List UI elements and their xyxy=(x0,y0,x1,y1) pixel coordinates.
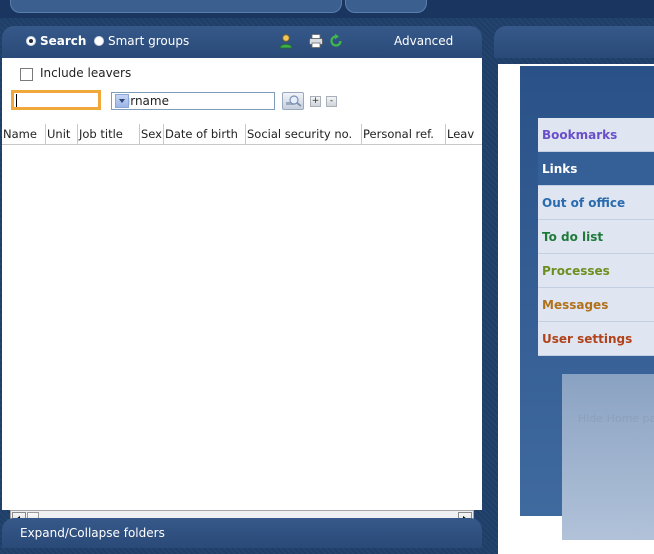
menu-item-links[interactable]: Links xyxy=(538,152,654,186)
col-header-job-title[interactable]: Job title xyxy=(78,124,140,144)
remove-criteria-button[interactable]: - xyxy=(326,96,337,107)
menu-item-label: Bookmarks xyxy=(542,128,618,142)
col-header-social-security[interactable]: Social security no. xyxy=(246,124,362,144)
menu-item-label: To do list xyxy=(542,230,604,244)
print-icon[interactable] xyxy=(308,33,324,49)
menu-item-bookmarks[interactable]: Bookmarks xyxy=(538,118,654,152)
menu-background xyxy=(562,374,654,540)
search-panel: Search Smart groups Advanced Include lea… xyxy=(2,26,482,548)
col-header-name[interactable]: Name xyxy=(2,124,46,144)
menu-item-out-of-office[interactable]: Out of office xyxy=(538,186,654,220)
menu-item-processes[interactable]: Processes xyxy=(538,254,654,288)
col-header-personal-ref[interactable]: Personal ref. xyxy=(362,124,446,144)
text-caret xyxy=(16,94,17,107)
smart-groups-radio[interactable] xyxy=(94,36,104,46)
menu-item-label: Messages xyxy=(542,298,609,312)
col-header-sex[interactable]: Sex xyxy=(140,124,164,144)
menu-item-label: Out of office xyxy=(542,196,626,210)
smart-groups-label[interactable]: Smart groups xyxy=(108,34,189,48)
top-tab-groups[interactable] xyxy=(345,0,427,13)
search-input[interactable] xyxy=(11,90,101,110)
top-tab-organisation[interactable] xyxy=(10,0,342,13)
search-panel-body: Include leavers Surname + - Name Unit Jo… xyxy=(2,58,482,528)
menu-item-label: Links xyxy=(542,162,578,176)
person-icon[interactable] xyxy=(278,33,294,49)
home-panel-header xyxy=(494,26,654,58)
menu-item-label: User settings xyxy=(542,332,633,346)
search-field-select[interactable]: Surname xyxy=(111,92,275,110)
search-mode-radio[interactable] xyxy=(26,36,36,46)
col-header-unit[interactable]: Unit xyxy=(46,124,78,144)
menu-item-messages[interactable]: Messages xyxy=(538,288,654,322)
hide-home-link[interactable]: Hide Home page xyxy=(578,412,654,425)
expand-collapse-label[interactable]: Expand/Collapse folders xyxy=(20,526,165,540)
results-table-header: Name Unit Job title Sex Date of birth So… xyxy=(2,124,482,145)
chevron-down-icon[interactable] xyxy=(115,94,129,108)
menu-item-label: Processes xyxy=(542,264,610,278)
col-header-leaving[interactable]: Leav xyxy=(446,124,482,144)
col-header-date-of-birth[interactable]: Date of birth xyxy=(164,124,246,144)
search-panel-header: Search Smart groups Advanced xyxy=(2,26,482,58)
top-tab-strip xyxy=(0,0,654,18)
refresh-icon[interactable] xyxy=(328,33,344,49)
add-criteria-button[interactable]: + xyxy=(310,96,321,107)
advanced-link[interactable]: Advanced xyxy=(394,34,453,48)
menu-item-user-settings[interactable]: User settings xyxy=(538,322,654,356)
search-mode-label[interactable]: Search xyxy=(40,34,86,48)
magnifier-icon xyxy=(286,95,302,107)
expand-collapse-bar[interactable]: Expand/Collapse folders xyxy=(2,518,482,548)
menu-item-to-do-list[interactable]: To do list xyxy=(538,220,654,254)
include-leavers-label[interactable]: Include leavers xyxy=(40,66,131,80)
search-button[interactable] xyxy=(282,92,304,110)
home-panel: Bookmarks Links Out of office To do list… xyxy=(494,26,654,554)
include-leavers-checkbox[interactable] xyxy=(20,68,33,81)
